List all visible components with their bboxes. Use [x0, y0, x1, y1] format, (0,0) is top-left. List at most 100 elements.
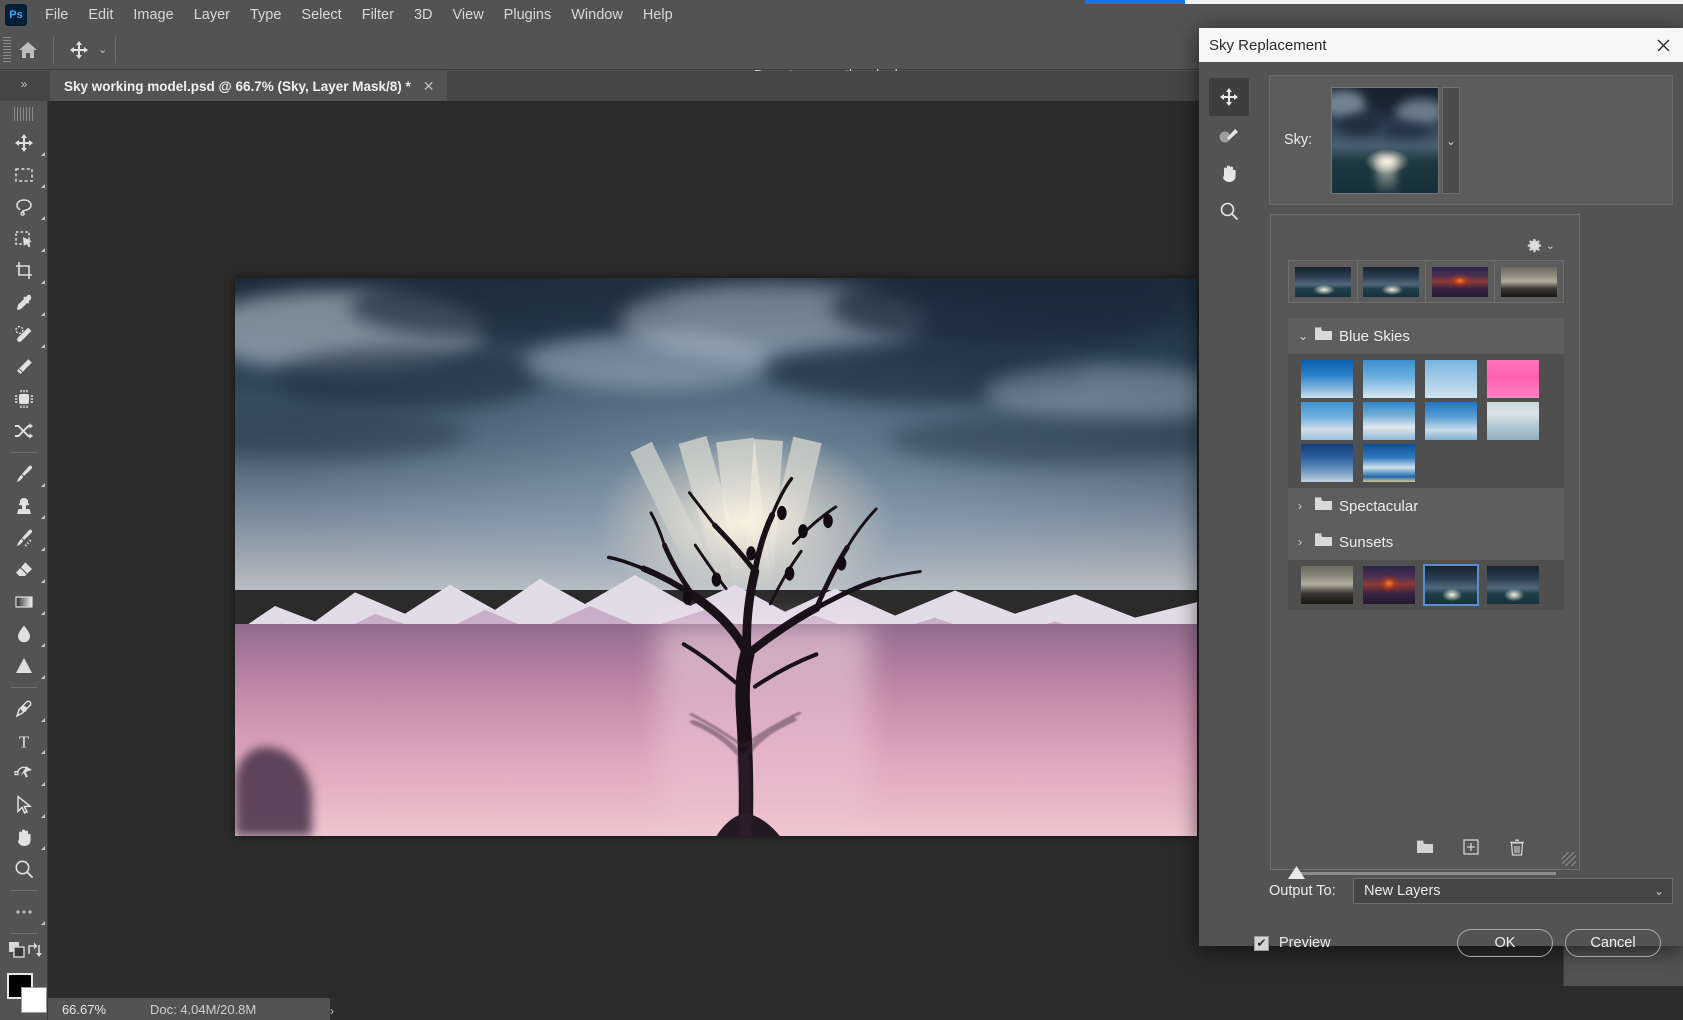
recent-sky-cell[interactable]: [1289, 261, 1358, 302]
close-icon[interactable]: [1649, 32, 1677, 58]
swap-colors-icon[interactable]: [26, 941, 44, 964]
menu-item-type[interactable]: Type: [240, 0, 291, 30]
eraser-tool-icon[interactable]: [0, 554, 48, 586]
preview-checkbox-wrap[interactable]: ✔ Preview: [1254, 935, 1331, 951]
blue-sky-4[interactable]: [1487, 360, 1539, 398]
lasso-tool-icon[interactable]: [0, 191, 48, 223]
recent-sky-3[interactable]: [1432, 267, 1488, 297]
dialog-title-bar[interactable]: Sky Replacement: [1199, 28, 1683, 62]
sky-group-header-sunsets[interactable]: ›Sunsets: [1288, 524, 1564, 560]
default-colors-icon[interactable]: [8, 941, 26, 964]
sky-thumbnail-cell[interactable]: [1296, 358, 1358, 400]
ok-button[interactable]: OK: [1457, 929, 1553, 957]
sky-thumbnail-cell[interactable]: [1420, 400, 1482, 442]
current-sky-thumbnail[interactable]: [1331, 87, 1439, 194]
sky-thumbnail-cell[interactable]: [1296, 564, 1358, 606]
menu-item-image[interactable]: Image: [123, 0, 183, 30]
shuffle-tool-icon[interactable]: [0, 415, 48, 447]
zoom-tool[interactable]: [1209, 192, 1249, 230]
flyout-settings[interactable]: ⌄: [1526, 237, 1555, 254]
menu-item-plugins[interactable]: Plugins: [494, 0, 562, 30]
sky-thumbnail-cell[interactable]: [1358, 442, 1420, 484]
menu-item-window[interactable]: Window: [561, 0, 633, 30]
zoom-level[interactable]: 66.67%: [48, 998, 120, 1020]
gradient-tool-icon[interactable]: [0, 586, 48, 618]
blue-sky-6[interactable]: [1363, 402, 1415, 440]
object-selection-tool-icon[interactable]: [0, 223, 48, 255]
history-brush-tool-icon[interactable]: [0, 522, 48, 554]
status-expand-arrow[interactable]: ›: [330, 1004, 334, 1018]
sky-thumbnail-cell[interactable]: [1420, 358, 1482, 400]
edit-toolbar-ellipsis-icon[interactable]: [0, 896, 48, 928]
blue-sky-5[interactable]: [1301, 402, 1353, 440]
move-tool-icon[interactable]: [62, 35, 96, 65]
menu-item-view[interactable]: View: [443, 0, 494, 30]
color-swatches[interactable]: [0, 970, 48, 1020]
sunset-3[interactable]: [1425, 566, 1477, 604]
move-sky-tool[interactable]: [1209, 78, 1249, 116]
document-info[interactable]: Doc: 4.04M/20.8M: [120, 998, 330, 1020]
sky-thumbnail-cell[interactable]: [1482, 400, 1544, 442]
recent-sky-cell[interactable]: [1495, 261, 1564, 302]
cancel-button[interactable]: Cancel: [1565, 929, 1661, 957]
eyedropper-tool-icon[interactable]: [0, 287, 48, 319]
sky-thumbnail-cell[interactable]: [1358, 358, 1420, 400]
menu-item-edit[interactable]: Edit: [78, 0, 123, 30]
path-selection-tool-icon[interactable]: [0, 757, 48, 789]
document-canvas[interactable]: [235, 278, 1197, 836]
menu-item-layer[interactable]: Layer: [184, 0, 240, 30]
direct-selection-tool-icon[interactable]: [0, 789, 48, 821]
toolbar-grip[interactable]: [14, 107, 34, 121]
menu-item-filter[interactable]: Filter: [352, 0, 404, 30]
new-group-button[interactable]: [1414, 836, 1436, 858]
blue-sky-3[interactable]: [1425, 360, 1477, 398]
close-icon[interactable]: ✕: [423, 78, 435, 95]
resize-grip[interactable]: [1562, 852, 1576, 866]
blue-sky-9[interactable]: [1301, 444, 1353, 482]
content-aware-move-tool-icon[interactable]: [0, 383, 48, 415]
menu-item-3d[interactable]: 3D: [404, 0, 443, 30]
sky-thumbnail-cell[interactable]: [1296, 400, 1358, 442]
delete-sky-button[interactable]: [1506, 836, 1528, 858]
type-tool-icon[interactable]: T: [0, 725, 48, 757]
new-sky-button[interactable]: [1460, 836, 1482, 858]
sky-thumbnail-cell[interactable]: [1358, 564, 1420, 606]
sunset-1[interactable]: [1301, 566, 1353, 604]
crop-tool-icon[interactable]: [0, 255, 48, 287]
sky-group-header-blue-skies[interactable]: ⌄Blue Skies: [1288, 318, 1564, 354]
sky-thumbnail-cell[interactable]: [1482, 358, 1544, 400]
document-tab[interactable]: Sky working model.psd @ 66.7% (Sky, Laye…: [50, 71, 447, 101]
sky-thumbnail-cell[interactable]: [1296, 442, 1358, 484]
patch-tool-icon[interactable]: [0, 351, 48, 383]
options-bar-grip[interactable]: [3, 37, 11, 63]
brush-tool-icon[interactable]: [0, 458, 48, 490]
tool-preset-caret[interactable]: ⌄: [98, 43, 107, 56]
sunset-4[interactable]: [1487, 566, 1539, 604]
recent-sky-1[interactable]: [1295, 267, 1351, 297]
blur-tool-icon[interactable]: [0, 618, 48, 650]
recent-sky-2[interactable]: [1363, 267, 1419, 297]
menu-item-file[interactable]: File: [35, 0, 78, 30]
blue-sky-7[interactable]: [1425, 402, 1477, 440]
sky-group-header-spectacular[interactable]: ›Spectacular: [1288, 488, 1564, 524]
dodge-tool-icon[interactable]: [0, 650, 48, 682]
blue-sky-2[interactable]: [1363, 360, 1415, 398]
move-tool-icon[interactable]: [0, 127, 48, 159]
menu-item-help[interactable]: Help: [633, 0, 683, 30]
background-color-swatch[interactable]: [21, 987, 47, 1013]
output-to-select[interactable]: New Layers ⌄: [1353, 878, 1673, 904]
rectangular-marquee-tool-icon[interactable]: [0, 159, 48, 191]
hand-tool-icon[interactable]: [0, 821, 48, 853]
hand-tool[interactable]: [1209, 154, 1249, 192]
blue-sky-10[interactable]: [1363, 444, 1415, 482]
clone-stamp-tool-icon[interactable]: [0, 490, 48, 522]
home-icon[interactable]: [11, 35, 45, 65]
sky-thumbnail-cell[interactable]: [1358, 400, 1420, 442]
menu-item-select[interactable]: Select: [291, 0, 351, 30]
sky-thumbnail-cell[interactable]: [1420, 564, 1482, 606]
recent-sky-cell[interactable]: [1358, 261, 1427, 302]
sky-brush-tool[interactable]: [1209, 116, 1249, 154]
sky-thumbnail-cell[interactable]: [1482, 564, 1544, 606]
preview-checkbox[interactable]: ✔: [1254, 936, 1269, 951]
zoom-tool-icon[interactable]: [0, 853, 48, 885]
